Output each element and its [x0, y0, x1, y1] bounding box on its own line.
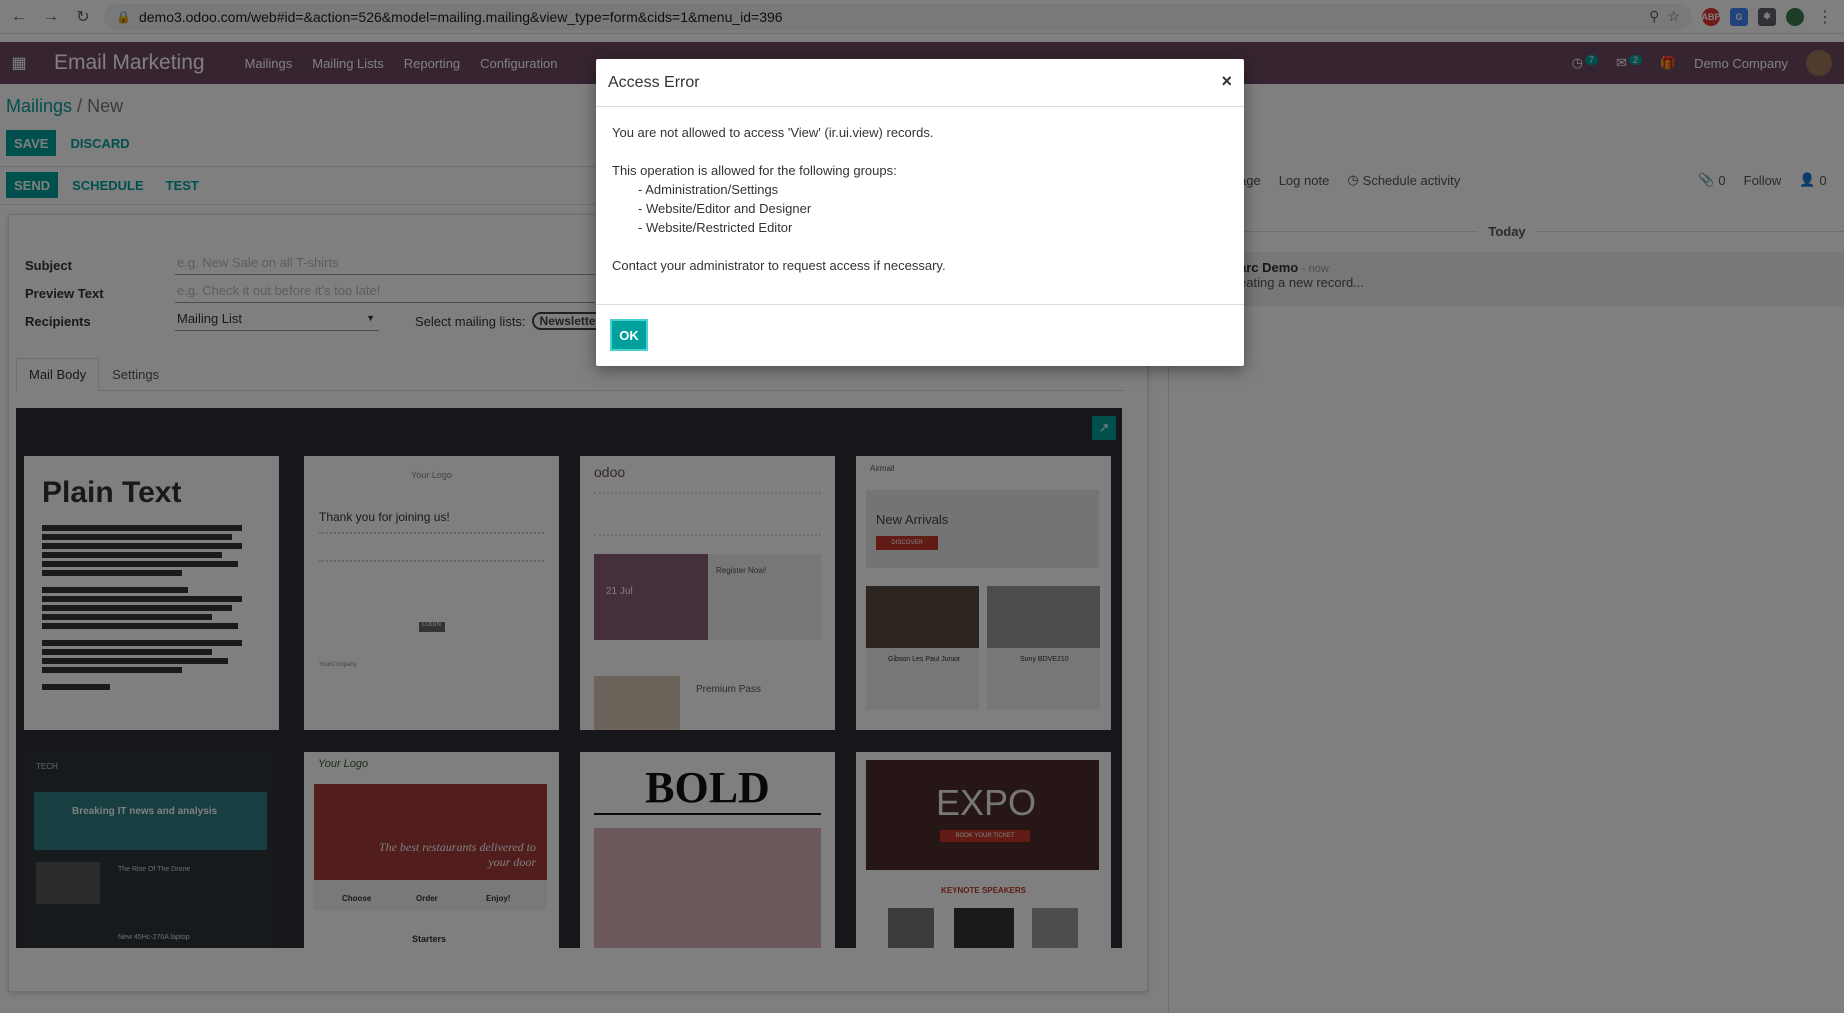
- ok-button[interactable]: OK: [610, 319, 648, 351]
- group-item: - Administration/Settings: [638, 182, 779, 197]
- groups-intro: This operation is allowed for the follow…: [612, 163, 897, 178]
- error-message: You are not allowed to access 'View' (ir…: [612, 125, 934, 140]
- access-error-dialog: Access Error × You are not allowed to ac…: [596, 59, 1244, 366]
- modal-body: You are not allowed to access 'View' (ir…: [596, 107, 1244, 305]
- modal-title: Access Error: [608, 73, 700, 91]
- close-icon[interactable]: ×: [1221, 71, 1232, 92]
- contact-admin-text: Contact your administrator to request ac…: [612, 258, 946, 273]
- group-item: - Website/Restricted Editor: [638, 220, 793, 235]
- group-item: - Website/Editor and Designer: [638, 201, 812, 216]
